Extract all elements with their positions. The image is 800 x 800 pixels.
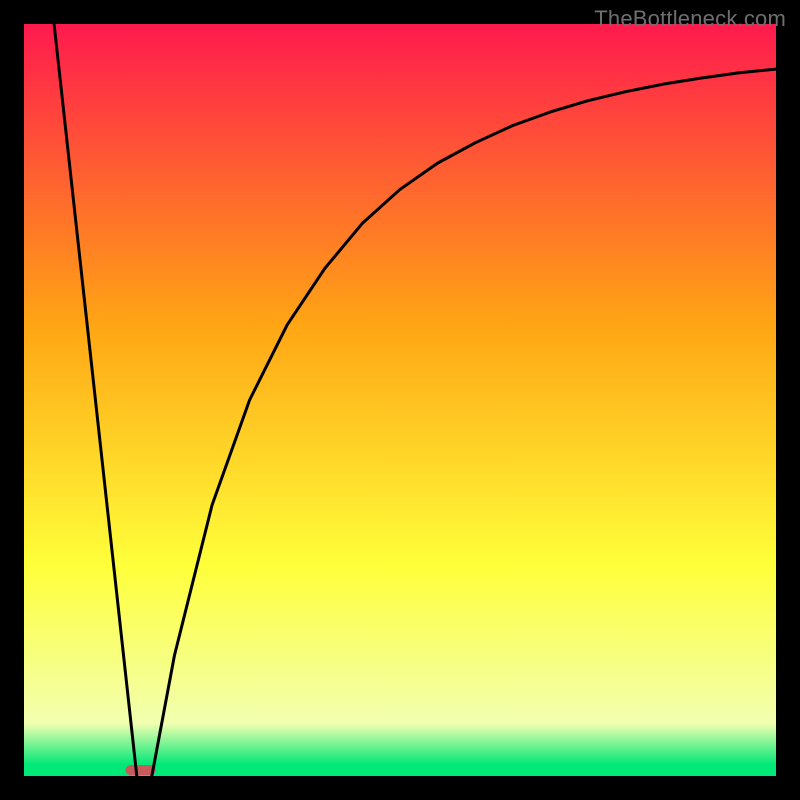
- bottleneck-chart: TheBottleneck.com: [0, 0, 800, 800]
- watermark-text: TheBottleneck.com: [594, 6, 786, 32]
- chart-canvas: [0, 0, 800, 800]
